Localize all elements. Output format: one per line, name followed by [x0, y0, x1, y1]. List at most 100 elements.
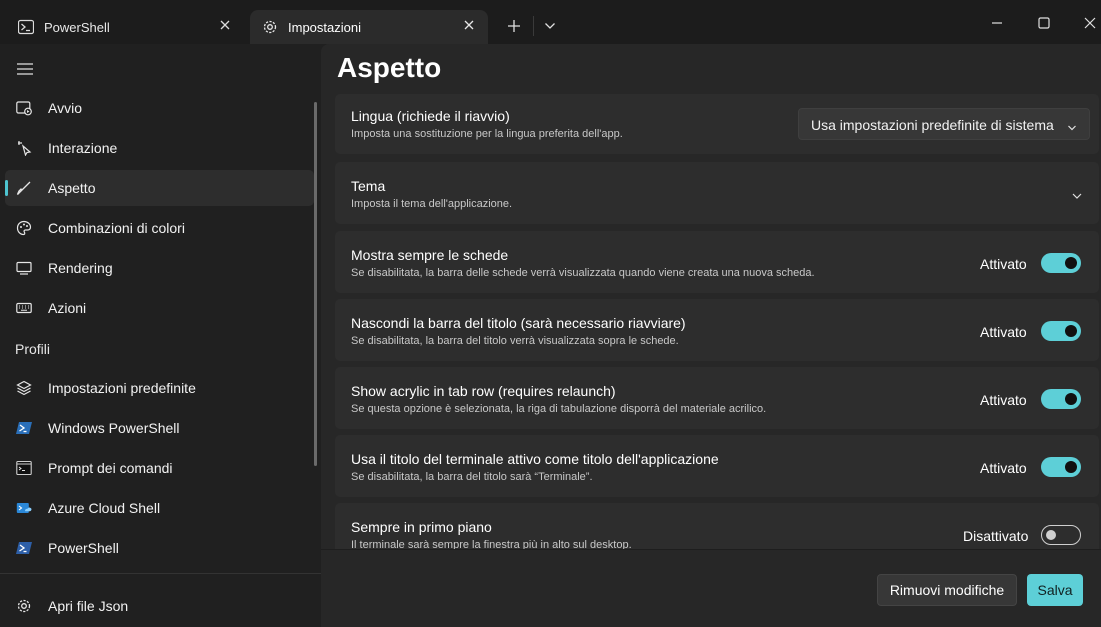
- sidebar-item-windows-powershell[interactable]: Windows PowerShell: [5, 410, 314, 446]
- setting-title: Nascondi la barra del titolo (sarà neces…: [351, 315, 686, 331]
- setting-acrylic-tab-row: Show acrylic in tab row (requires relaun…: [335, 367, 1099, 429]
- sidebar-item-label: Aspetto: [48, 180, 96, 196]
- toggle-knob: [1065, 325, 1077, 337]
- setting-always-show-tabs: Mostra sempre le schede Se disabilitata,…: [335, 231, 1099, 293]
- setting-description: Imposta il tema dell'applicazione.: [351, 198, 513, 210]
- sidebar-item-label: Impostazioni predefinite: [48, 380, 196, 396]
- toggle-state-label: Attivato: [980, 324, 1027, 340]
- always-show-tabs-toggle[interactable]: [1041, 253, 1081, 273]
- setting-hide-title-bar: Nascondi la barra del titolo (sarà neces…: [335, 299, 1099, 361]
- settings-scroll-area: Aspetto Lingua (richiede il riavvio) Imp…: [321, 44, 1101, 549]
- sidebar-item-label: Rendering: [48, 260, 113, 276]
- hide-title-bar-toggle[interactable]: [1041, 321, 1081, 341]
- sidebar-item-label: Prompt dei comandi: [48, 460, 173, 476]
- toggle-knob: [1046, 530, 1056, 540]
- toggle-knob: [1065, 257, 1077, 269]
- tab-separator: [533, 16, 534, 36]
- setting-title: Usa il titolo del terminale attivo come …: [351, 451, 719, 467]
- setting-description: Se disabilitata, la barra delle schede v…: [351, 267, 815, 279]
- sidebar-item-prompt-comandi[interactable]: Prompt dei comandi: [5, 450, 314, 486]
- sidebar-item-powershell[interactable]: PowerShell: [5, 530, 314, 566]
- close-tab-icon[interactable]: [218, 18, 232, 32]
- language-dropdown[interactable]: Usa impostazioni predefinite di sistema: [798, 108, 1090, 140]
- setting-use-terminal-title: Usa il titolo del terminale attivo come …: [335, 435, 1099, 497]
- new-tab-icon[interactable]: [502, 16, 526, 36]
- setting-language: Lingua (richiede il riavvio) Imposta una…: [335, 94, 1099, 154]
- toggle-state-label: Attivato: [980, 392, 1027, 408]
- setting-description: Il terminale sarà sempre la finestra più…: [351, 539, 632, 549]
- acrylic-tab-row-toggle[interactable]: [1041, 389, 1081, 409]
- tab-settings[interactable]: Impostazioni: [250, 10, 488, 44]
- sidebar-item-apri-file-json[interactable]: Apri file Json: [5, 588, 314, 624]
- selection-indicator: [5, 180, 8, 196]
- sidebar-item-label: Windows PowerShell: [48, 420, 180, 436]
- toggle-knob: [1065, 461, 1077, 473]
- startup-icon: [16, 100, 32, 116]
- chevron-down-icon[interactable]: [1071, 188, 1083, 199]
- maximize-icon[interactable]: [1032, 12, 1056, 34]
- sidebar: Avvio Interazione Aspetto Combinazioni d…: [0, 44, 321, 627]
- palette-icon: [16, 220, 32, 236]
- sidebar-item-label: PowerShell: [48, 540, 119, 556]
- close-icon[interactable]: [1078, 12, 1101, 34]
- always-on-top-toggle[interactable]: [1041, 525, 1081, 545]
- gear-icon: [262, 19, 278, 35]
- use-terminal-title-toggle[interactable]: [1041, 457, 1081, 477]
- interaction-icon: [16, 140, 32, 157]
- setting-description: Se disabilitata, la barra del titolo ver…: [351, 335, 679, 347]
- powershell-icon: [16, 420, 32, 436]
- tab-label: PowerShell: [44, 20, 110, 35]
- sidebar-item-avvio[interactable]: Avvio: [5, 90, 314, 126]
- sidebar-item-label: Apri file Json: [48, 598, 129, 614]
- page-title: Aspetto: [337, 52, 442, 83]
- menu-icon[interactable]: [16, 62, 34, 76]
- sidebar-item-impostazioni-predefinite[interactable]: Impostazioni predefinite: [5, 370, 314, 406]
- toggle-state-label: Attivato: [980, 256, 1027, 272]
- close-tab-icon[interactable]: [462, 18, 476, 32]
- setting-description: Imposta una sostituzione per la lingua p…: [351, 128, 623, 140]
- profiles-header: Profili: [15, 341, 51, 357]
- sidebar-divider: [0, 573, 321, 574]
- setting-title: Lingua (richiede il riavvio): [351, 108, 510, 124]
- setting-title: Sempre in primo piano: [351, 519, 492, 535]
- toggle-state-label: Disattivato: [963, 528, 1029, 544]
- sidebar-item-label: Azioni: [48, 300, 87, 316]
- powershell-icon: [17, 19, 35, 35]
- monitor-icon: [16, 260, 32, 276]
- cmd-icon: [16, 460, 32, 476]
- setting-theme[interactable]: Tema Imposta il tema dell'applicazione.: [335, 162, 1099, 224]
- sidebar-item-interazione[interactable]: Interazione: [5, 130, 314, 166]
- minimize-icon[interactable]: [985, 12, 1009, 34]
- sidebar-item-combinazioni-colori[interactable]: Combinazioni di colori: [5, 210, 314, 246]
- brush-icon: [16, 180, 32, 196]
- keyboard-icon: [16, 300, 32, 316]
- save-button[interactable]: Salva: [1027, 574, 1083, 606]
- tab-label: Impostazioni: [288, 20, 361, 35]
- title-bar: PowerShell Impostazioni: [0, 0, 1101, 44]
- setting-description: Se disabilitata, la barra del titolo sar…: [351, 471, 593, 483]
- setting-title: Mostra sempre le schede: [351, 247, 509, 263]
- setting-title: Tema: [351, 178, 386, 194]
- gear-icon: [16, 598, 32, 614]
- sidebar-item-label: Avvio: [48, 100, 82, 116]
- azure-icon: [16, 500, 32, 516]
- sidebar-item-label: Interazione: [48, 140, 118, 156]
- powershell-icon: [16, 540, 32, 556]
- sidebar-item-aspetto[interactable]: Aspetto: [5, 170, 314, 206]
- sidebar-item-azure-cloud-shell[interactable]: Azure Cloud Shell: [5, 490, 314, 526]
- discard-changes-button[interactable]: Rimuovi modifiche: [877, 574, 1017, 606]
- toggle-knob: [1065, 393, 1077, 405]
- sidebar-item-rendering[interactable]: Rendering: [5, 250, 314, 286]
- sidebar-item-label: Azure Cloud Shell: [48, 500, 161, 516]
- setting-title: Show acrylic in tab row (requires relaun…: [351, 383, 616, 399]
- dropdown-icon[interactable]: [540, 18, 560, 34]
- sidebar-item-label: Combinazioni di colori: [48, 220, 185, 236]
- sidebar-scrollbar[interactable]: [314, 102, 317, 466]
- toggle-state-label: Attivato: [980, 460, 1027, 476]
- tab-powershell[interactable]: PowerShell: [6, 10, 244, 44]
- dropdown-value: Usa impostazioni predefinite di sistema: [811, 117, 1054, 133]
- sidebar-item-azioni[interactable]: Azioni: [5, 290, 314, 326]
- layers-icon: [16, 380, 32, 396]
- setting-always-on-top: Sempre in primo piano Il terminale sarà …: [335, 503, 1099, 549]
- footer-divider: [321, 549, 1101, 550]
